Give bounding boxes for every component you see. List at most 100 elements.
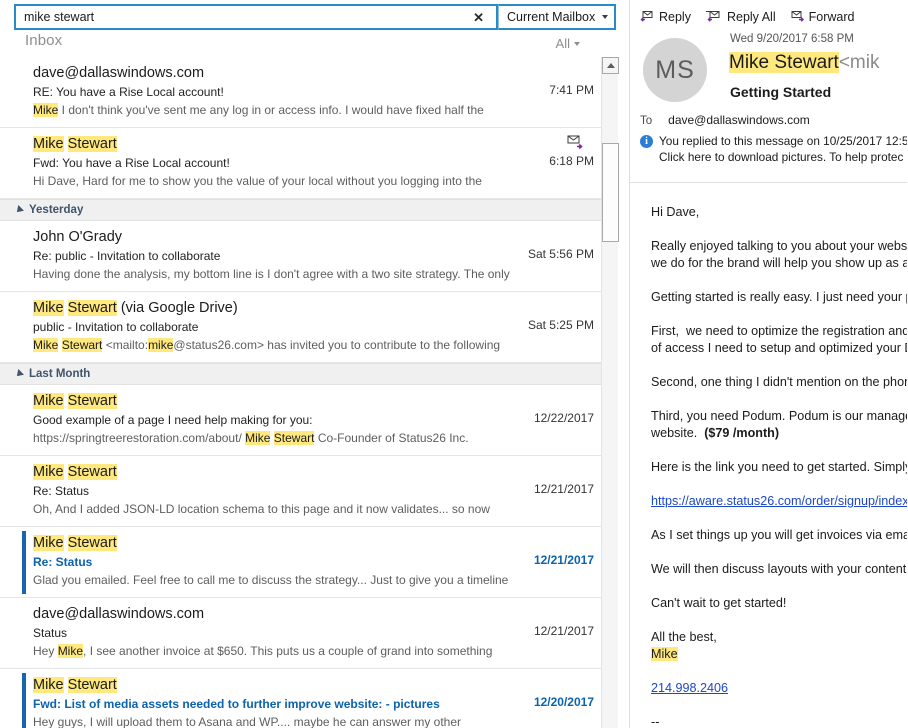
message-list-item[interactable]: John O'Grady Re: public - Invitation to c… bbox=[0, 221, 604, 292]
reply-button[interactable]: Reply bbox=[640, 9, 691, 25]
sender-highlight: Stewart bbox=[67, 136, 117, 152]
signature-separator: -- bbox=[651, 715, 660, 728]
message-sender: Mike Stewart bbox=[33, 462, 592, 482]
body-signup-link-paragraph: https://aware.status26.com/order/signup/… bbox=[651, 493, 907, 510]
group-header-last-month[interactable]: Last Month bbox=[0, 363, 604, 385]
message-sender: Mike Stewart<mik bbox=[729, 49, 879, 77]
message-sender: Mike Stewart bbox=[33, 134, 592, 154]
reply-all-button[interactable]: Reply All bbox=[705, 9, 776, 25]
preview-text: Co-Founder of Status26 Inc. bbox=[314, 431, 469, 445]
search-box[interactable]: ✕ bbox=[14, 4, 498, 30]
replied-icon bbox=[566, 134, 584, 150]
preview-text: <mailto: bbox=[102, 338, 149, 352]
message-subject: RE: You have a Rise Local account! bbox=[33, 85, 224, 99]
forward-label: Forward bbox=[808, 10, 855, 24]
filter-dropdown[interactable]: All bbox=[556, 36, 580, 51]
message-date: 12/21/2017 bbox=[533, 624, 594, 638]
reading-pane-actions: Reply Reply All Forward bbox=[640, 9, 854, 25]
sender-highlight: Mike bbox=[33, 136, 64, 152]
message-sender: Mike Stewart bbox=[33, 675, 592, 695]
body-phone-paragraph: 214.998.2406 bbox=[651, 680, 907, 697]
info-icon: i bbox=[640, 135, 653, 148]
sender-address: <mik bbox=[838, 52, 880, 73]
message-subject: Re: Status bbox=[33, 484, 90, 498]
message-subject: Status bbox=[33, 626, 68, 640]
message-list-item[interactable]: dave@dallaswindows.com RE: You have a Ris… bbox=[0, 57, 604, 128]
body-paragraph-3: First, we need to optimize the registrat… bbox=[651, 323, 907, 357]
message-subject: Fwd: List of media assets needed to furt… bbox=[33, 697, 440, 711]
reply-status-text: You replied to this message on 10/25/201… bbox=[659, 134, 907, 148]
message-sender: Mike Stewart bbox=[33, 391, 592, 411]
filter-label: All bbox=[555, 36, 570, 51]
sender-highlight: Mike bbox=[33, 464, 64, 480]
phone-link[interactable]: 214.998.2406 bbox=[651, 681, 728, 695]
message-preview: Hi Dave, Hard for me to show you the val… bbox=[33, 172, 592, 190]
message-list-item[interactable]: Mike Stewart Fwd: List of media assets ne… bbox=[0, 669, 604, 728]
sender-text: John O'Grady bbox=[33, 229, 123, 245]
download-pictures-text[interactable]: Click here to download pictures. To help… bbox=[659, 149, 907, 165]
search-scope-dropdown[interactable]: Current Mailbox bbox=[498, 4, 616, 30]
scrollbar-thumb[interactable] bbox=[602, 143, 619, 242]
reply-label: Reply bbox=[659, 10, 691, 24]
body-line: First, we need to optimize the registrat… bbox=[651, 324, 907, 338]
scroll-up-button[interactable] bbox=[602, 57, 619, 74]
preview-text: Oh, And I added JSON-LD location schema … bbox=[33, 502, 490, 516]
message-date: 12/21/2017 bbox=[533, 482, 594, 496]
message-list-column: ✕ Current Mailbox Inbox All dave@dallasw… bbox=[0, 0, 630, 728]
message-preview: Glad you emailed. Feel free to call me t… bbox=[33, 571, 592, 589]
message-list-item[interactable]: dave@dallaswindows.com Status Hey Mike, I … bbox=[0, 598, 604, 669]
clear-search-icon[interactable]: ✕ bbox=[469, 11, 490, 24]
message-list-item[interactable]: Mike Stewart Re: Status Glad you emailed. … bbox=[0, 527, 604, 598]
reply-icon bbox=[640, 9, 655, 25]
message-info-banner[interactable]: i You replied to this message on 10/25/2… bbox=[640, 133, 907, 165]
message-preview: Having done the analysis, my bottom line… bbox=[33, 265, 592, 283]
sender-highlight: Mike bbox=[33, 393, 64, 409]
preview-text: https://springtreerestoration.com/about/ bbox=[33, 431, 246, 445]
message-subject: Getting Started bbox=[730, 84, 832, 100]
body-line: Really enjoyed talking to you about your… bbox=[651, 239, 907, 253]
message-list-scrollbar[interactable] bbox=[601, 57, 619, 728]
sender-text: dave@dallaswindows.com bbox=[33, 606, 205, 622]
group-header-yesterday[interactable]: Yesterday bbox=[0, 199, 604, 221]
message-list-item[interactable]: Mike Stewart (via Google Drive) public - … bbox=[0, 292, 604, 363]
sender-text: dave@dallaswindows.com bbox=[33, 65, 205, 81]
message-preview: Oh, And I added JSON-LD location schema … bbox=[33, 500, 592, 518]
message-subject: Re: public - Invitation to collaborate bbox=[33, 249, 221, 263]
signup-link[interactable]: https://aware.status26.com/order/signup/… bbox=[651, 494, 907, 508]
list-header: Inbox All bbox=[0, 32, 629, 57]
preview-highlight: Mike bbox=[33, 103, 59, 117]
message-date: 7:41 PM bbox=[549, 83, 594, 97]
message-preview: https://springtreerestoration.com/about/… bbox=[33, 429, 592, 447]
outlook-window: ✕ Current Mailbox Inbox All dave@dallasw… bbox=[0, 0, 908, 728]
message-sender: dave@dallaswindows.com bbox=[33, 63, 592, 83]
forward-button[interactable]: Forward bbox=[790, 9, 855, 25]
sender-highlight: Stewart bbox=[67, 535, 117, 551]
preview-highlight: Stewart bbox=[273, 431, 315, 445]
preview-text: Having done the analysis, my bottom line… bbox=[33, 267, 510, 281]
body-paragraph-8: We will then discuss layouts with your c… bbox=[651, 562, 907, 576]
sender-highlight: Mike bbox=[33, 300, 64, 316]
message-list-item[interactable]: Mike Stewart Fwd: You have a Rise Local a… bbox=[0, 128, 604, 199]
forward-icon bbox=[790, 9, 805, 25]
message-body: Hi Dave, Really enjoyed talking to you a… bbox=[630, 183, 907, 728]
signoff-line: All the best, bbox=[651, 630, 717, 644]
message-preview: Hey guys, I will upload them to Asana an… bbox=[33, 713, 592, 728]
preview-text: Hi Dave, Hard for me to show you the val… bbox=[33, 174, 482, 188]
body-line: website. bbox=[651, 426, 705, 440]
body-paragraph-9: Can't wait to get started! bbox=[651, 596, 787, 610]
price-text: ($79 /month) bbox=[704, 426, 780, 440]
message-subject: Good example of a page I need help makin… bbox=[33, 413, 313, 427]
avatar: MS bbox=[643, 38, 707, 102]
search-input[interactable] bbox=[24, 10, 470, 24]
message-list-item[interactable]: Mike Stewart Re: Status Oh, And I added JS… bbox=[0, 456, 604, 527]
body-line: we do for the brand will help you show u… bbox=[651, 256, 907, 270]
to-value[interactable]: dave@dallaswindows.com bbox=[668, 113, 810, 127]
sender-highlight: Stewart bbox=[67, 464, 117, 480]
group-header-label: Last Month bbox=[29, 368, 91, 380]
reading-pane: Reply Reply All Forward MS Wed 9/20/2017 6… bbox=[630, 0, 907, 728]
to-label: To bbox=[640, 115, 653, 127]
sender-text: (via Google Drive) bbox=[116, 300, 238, 316]
message-list[interactable]: dave@dallaswindows.com RE: You have a Ris… bbox=[0, 57, 604, 728]
message-list-item[interactable]: Mike Stewart Good example of a page I nee… bbox=[0, 385, 604, 456]
signoff-name: Mike bbox=[651, 647, 678, 661]
